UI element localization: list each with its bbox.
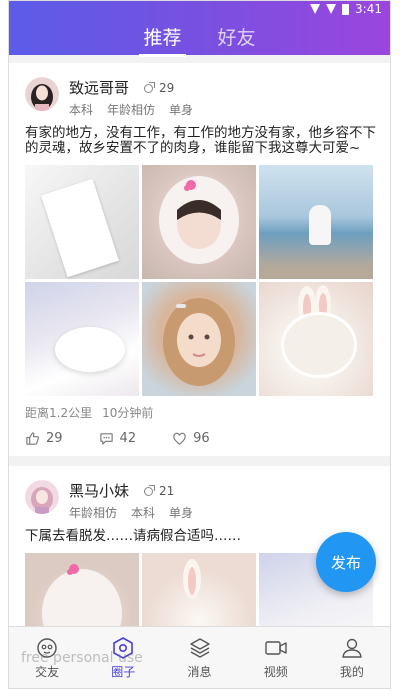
photo-seaside[interactable] [259,165,373,279]
photo-grid [25,165,376,396]
user-name[interactable]: 黑马小妹 [69,480,129,501]
age-badge: 29 [143,81,174,95]
photo-art [298,285,331,326]
tab-friends[interactable]: 好友 [218,23,256,53]
male-icon [143,484,156,497]
app-frame: 3:41 推荐 好友 致远哥哥 29 本科 年龄相仿 单身 有家的地方，没有工作… [8,0,391,689]
post-text: 有家的地方，没有工作，有工作的地方没有家，他乡容不下的灵魂，故乡安置不了的肉身，… [25,125,376,156]
nav-messages[interactable]: 消息 [161,627,237,688]
signal-icon [310,4,321,14]
age-value: 21 [159,483,175,498]
heart-icon [173,432,186,445]
nav-make-friends[interactable]: 交友 [9,627,85,688]
comment-icon [99,433,113,445]
publish-button[interactable]: 发布 [316,532,376,592]
nav-moments[interactable]: 圈子 [85,627,161,688]
tag-education: 本科 [131,506,156,520]
battery-icon [342,3,350,15]
photo-art [159,176,239,264]
wifi-icon [326,4,337,14]
nav-profile[interactable]: 我的 [314,627,390,688]
male-icon [143,81,156,94]
post-user-info: 黑马小妹 21 年龄相仿 本科 单身 [69,480,193,521]
status-time: 3:41 [355,2,382,16]
layers-icon [189,637,210,658]
post-meta: 距离1.2公里 10分钟前 [25,404,376,421]
top-header: 3:41 推荐 好友 [9,1,390,57]
age-badge: 21 [143,484,174,498]
user-name[interactable]: 致远哥哥 [69,77,129,98]
status-bar: 3:41 [310,1,382,17]
nav-video[interactable]: 视频 [238,627,314,688]
nav-label: 交友 [35,664,60,679]
photo-portrait[interactable] [142,282,256,396]
nav-label: 视频 [263,664,288,679]
photo-girl-hood[interactable] [142,165,256,279]
post-user-info: 致远哥哥 29 本科 年龄相仿 单身 [69,77,193,118]
age-value: 29 [159,80,175,95]
nav-label: 我的 [339,664,364,679]
photo-bunny-cup[interactable] [259,282,373,396]
nav-label: 圈子 [111,664,136,679]
post-actions: 29 42 96 [25,431,376,446]
post-header: 黑马小妹 21 年龄相仿 本科 单身 [25,480,376,521]
distance-label: 距离1.2公里 [25,406,93,420]
feed-tabs: 推荐 好友 [9,23,390,57]
like-count: 29 [46,431,63,446]
comment-count: 42 [119,431,137,446]
time-label: 10分钟前 [102,406,154,420]
favorite-button[interactable]: 96 [172,431,210,446]
tag-education: 本科 [69,103,94,117]
tag-status: 单身 [169,506,194,520]
tag-age-match: 年龄相仿 [69,506,118,520]
face-icon [37,637,57,658]
like-button[interactable]: 29 [25,431,63,446]
tab-recommend[interactable]: 推荐 [139,23,186,57]
photo-phone-case[interactable] [25,165,139,279]
user-tags: 年龄相仿 本科 单身 [69,504,193,521]
photo-sleeping-dog[interactable] [25,282,139,396]
avatar[interactable] [25,480,59,514]
avatar[interactable] [25,77,59,111]
post-header: 致远哥哥 29 本科 年龄相仿 单身 [25,77,376,118]
bottom-nav: 交友 圈子 消息 视频 我的 [9,626,390,688]
comment-button[interactable]: 42 [99,431,137,446]
tag-age-match: 年龄相仿 [107,103,156,117]
nav-label: 消息 [187,664,212,679]
thumbs-up-icon [26,432,39,445]
photo-art [163,298,235,386]
user-icon [342,638,362,658]
favorite-count: 96 [193,431,210,446]
hexagon-icon [113,636,134,659]
video-icon [265,640,287,655]
user-tags: 本科 年龄相仿 单身 [69,101,193,118]
tag-status: 单身 [169,103,194,117]
post-card[interactable]: 致远哥哥 29 本科 年龄相仿 单身 有家的地方，没有工作，有工作的地方没有家，… [9,63,390,456]
